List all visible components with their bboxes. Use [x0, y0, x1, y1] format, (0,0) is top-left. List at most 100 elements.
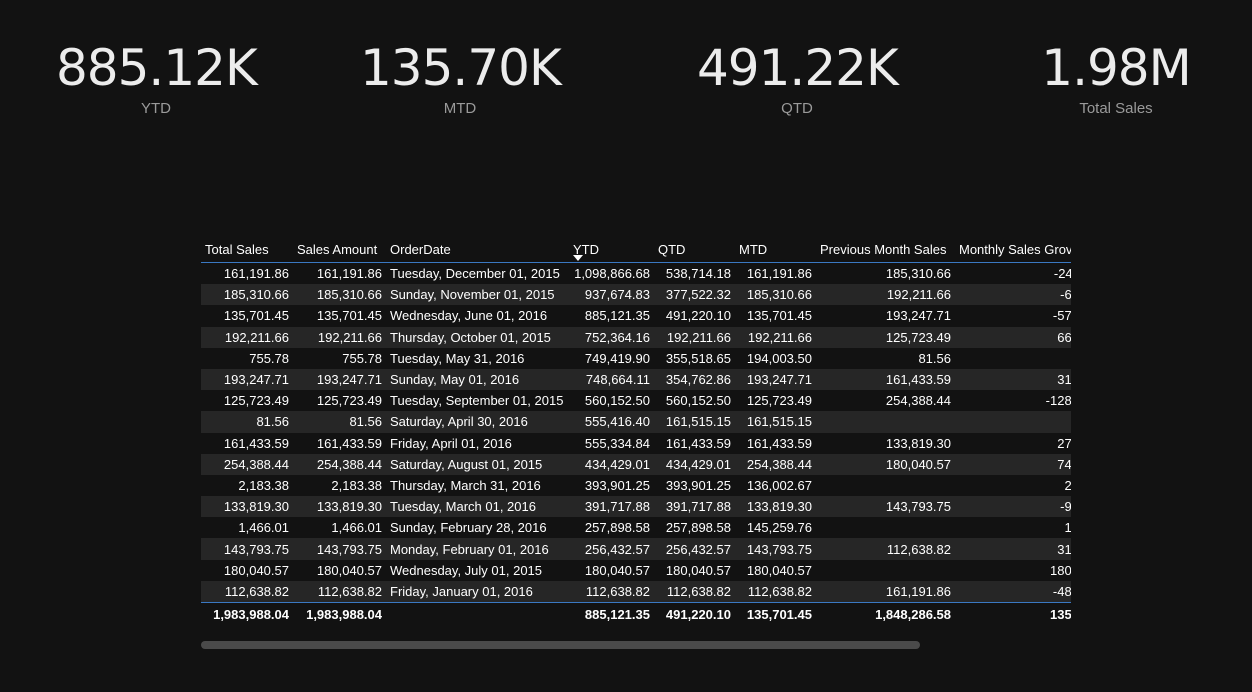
table-cell: 555,416.40: [569, 411, 654, 433]
table-cell: 2,183.38: [293, 474, 386, 497]
table-cell: 354,762.86: [654, 368, 735, 391]
table-cell: Thursday, October 01, 2015: [386, 326, 569, 348]
kpi-value: 491.22K: [697, 39, 899, 97]
table-cell: 192,211.66: [735, 326, 816, 348]
table-cell: 27,614: [955, 432, 1071, 454]
table-cell: 180,040.57: [569, 559, 654, 581]
column-header-monthly-sales-growth[interactable]: Monthly Sales Grov: [955, 236, 1071, 263]
total-cell: 135,701: [955, 602, 1071, 625]
table-cell: [816, 411, 955, 433]
table-cell: -48,553: [955, 580, 1071, 603]
table-row[interactable]: 192,211.66 192,211.66 Thursday, October 01…: [201, 326, 1071, 348]
table-cell: 192,211.66: [816, 284, 955, 306]
column-header-previous-month-sales[interactable]: Previous Month Sales: [816, 236, 955, 263]
table-cell: 748,664.11: [569, 368, 654, 391]
table-cell: 125,723.49: [735, 390, 816, 412]
table-row[interactable]: 2,183.38 2,183.38 Thursday, March 31, 2016…: [201, 474, 1071, 497]
table-cell: 491,220.10: [654, 305, 735, 327]
total-cell: 885,121.35: [569, 602, 654, 625]
table-row[interactable]: 1,466.01 1,466.01 Sunday, February 28, 201…: [201, 517, 1071, 539]
column-header-mtd[interactable]: MTD: [735, 236, 816, 263]
table-cell: 125,723.49: [293, 390, 386, 412]
table-row[interactable]: 81.56 81.56 Saturday, April 30, 2016 555,41…: [201, 411, 1071, 433]
table-cell: -9,974: [955, 496, 1071, 518]
table-cell: 254,388.44: [201, 453, 293, 475]
table-cell: 81: [955, 411, 1071, 433]
table-row[interactable]: 161,433.59 161,433.59 Friday, April 01, 20…: [201, 432, 1071, 454]
column-header-orderdate[interactable]: OrderDate: [386, 236, 569, 263]
sales-table-visual[interactable]: Total Sales Sales Amount OrderDate YTD Q…: [201, 236, 1071, 630]
total-cell: 1,848,286.58: [816, 602, 955, 625]
table-cell: 125,723.49: [816, 326, 955, 348]
table-cell: 393,901.25: [569, 474, 654, 497]
table-cell: 434,429.01: [654, 453, 735, 475]
table-cell: 185,310.66: [816, 262, 955, 285]
table-row[interactable]: 135,701.45 135,701.45 Wednesday, June 01, …: [201, 305, 1071, 327]
table-cell: 161,191.86: [816, 580, 955, 603]
kpi-label: QTD: [781, 100, 813, 117]
table-row[interactable]: 112,638.82 112,638.82 Friday, January 01, …: [201, 580, 1071, 603]
total-cell: 1,983,988.04: [293, 602, 386, 625]
table-cell: Monday, February 01, 2016: [386, 538, 569, 560]
column-header-total-sales[interactable]: Total Sales: [201, 236, 293, 263]
table-cell: 185,310.66: [293, 284, 386, 306]
table-row[interactable]: 125,723.49 125,723.49 Tuesday, September 0…: [201, 390, 1071, 412]
column-header-qtd[interactable]: QTD: [654, 236, 735, 263]
table-cell: 135,701.45: [201, 305, 293, 327]
table-cell: 185,310.66: [201, 284, 293, 306]
sales-table: Total Sales Sales Amount OrderDate YTD Q…: [201, 236, 1071, 625]
table-row[interactable]: 185,310.66 185,310.66 Sunday, November 01,…: [201, 284, 1071, 306]
table-row[interactable]: 143,793.75 143,793.75 Monday, February 01,…: [201, 538, 1071, 560]
table-cell: 185,310.66: [735, 284, 816, 306]
total-cell: [386, 602, 569, 625]
table-cell: 377,522.32: [654, 284, 735, 306]
table-cell: 112,638.82: [654, 580, 735, 603]
table-cell: Sunday, May 01, 2016: [386, 368, 569, 391]
total-cell: 1,983,988.04: [201, 602, 293, 625]
kpi-card-mtd: 135.70K MTD: [360, 38, 562, 117]
table-cell: 560,152.50: [569, 390, 654, 412]
table-cell: 136,002.67: [735, 474, 816, 497]
table-cell: 81.56: [293, 411, 386, 433]
table-cell: 180,040.57: [654, 559, 735, 581]
table-cell: 555,334.84: [569, 432, 654, 454]
table-cell: 538,714.18: [654, 262, 735, 285]
kpi-label: Total Sales: [1079, 100, 1153, 117]
table-cell: 180,040: [955, 559, 1071, 581]
table-cell: Thursday, March 31, 2016: [386, 474, 569, 497]
table-cell: 31,814: [955, 368, 1071, 391]
table-cell: 256,432.57: [654, 538, 735, 560]
horizontal-scrollbar[interactable]: [201, 641, 920, 649]
table-cell: Tuesday, September 01, 2015: [386, 390, 569, 412]
table-row[interactable]: 161,191.86 161,191.86 Tuesday, December 01…: [201, 262, 1071, 285]
table-cell: [816, 517, 955, 539]
table-cell: 180,040.57: [735, 559, 816, 581]
table-cell: 560,152.50: [654, 390, 735, 412]
table-cell: 749,419.90: [569, 347, 654, 369]
column-header-ytd[interactable]: YTD: [569, 236, 654, 263]
table-cell: 112,638.82: [816, 538, 955, 560]
table-cell: 161,191.86: [735, 262, 816, 285]
table-cell: 937,674.83: [569, 284, 654, 306]
kpi-card-ytd: 885.12K YTD: [56, 38, 258, 117]
table-cell: 161,433.59: [654, 432, 735, 454]
table-cell: 193,247.71: [816, 305, 955, 327]
table-row[interactable]: 193,247.71 193,247.71 Sunday, May 01, 2016…: [201, 368, 1071, 391]
table-row[interactable]: 254,388.44 254,388.44 Saturday, August 01,…: [201, 453, 1071, 475]
table-cell: 355,518.65: [654, 347, 735, 369]
table-row[interactable]: 180,040.57 180,040.57 Wednesday, July 01, …: [201, 559, 1071, 581]
table-cell: 256,432.57: [569, 538, 654, 560]
kpi-value: 135.70K: [360, 39, 562, 97]
table-row[interactable]: 755.78 755.78 Tuesday, May 31, 2016 749,419…: [201, 347, 1071, 369]
table-cell: 180,040.57: [201, 559, 293, 581]
table-cell: Tuesday, May 31, 2016: [386, 347, 569, 369]
kpi-card-total-sales: 1.98M Total Sales: [1016, 38, 1216, 117]
column-header-sales-amount[interactable]: Sales Amount: [293, 236, 386, 263]
table-cell: 81.56: [816, 347, 955, 369]
table-cell: 31,154: [955, 538, 1071, 560]
table-row[interactable]: 133,819.30 133,819.30 Tuesday, March 01, 2…: [201, 496, 1071, 518]
table-cell: 1,098,866.68: [569, 262, 654, 285]
table-cell: 133,819.30: [293, 496, 386, 518]
table-cell: 180,040.57: [816, 453, 955, 475]
table-cell: 135,701.45: [293, 305, 386, 327]
